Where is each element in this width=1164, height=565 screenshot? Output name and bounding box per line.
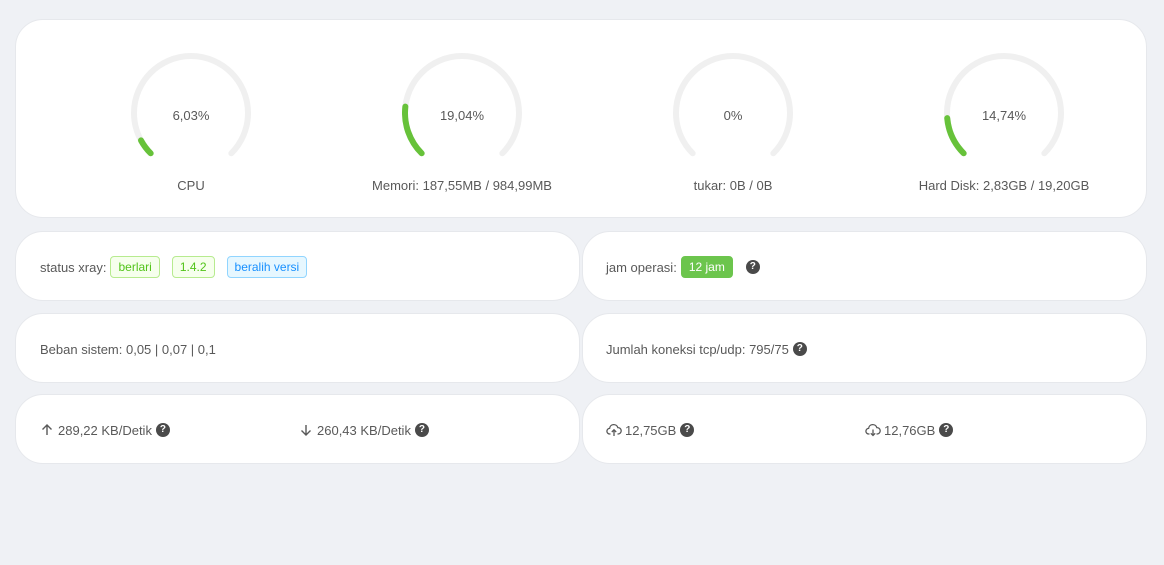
traffic-sent: 12,75GB bbox=[625, 422, 677, 438]
connections-card: Jumlah koneksi tcp/udp: 795/75 ? bbox=[582, 313, 1147, 383]
memory-gauge-value: 19,04% bbox=[439, 108, 485, 123]
swap-gauge: 0% tukar: 0B / 0B bbox=[633, 53, 833, 193]
disk-gauge-label: Hard Disk: 2,83GB / 19,20GB bbox=[918, 178, 1090, 193]
system-load-card: Beban sistem: 0,05 | 0,07 | 0,1 bbox=[15, 313, 580, 383]
cpu-gauge: 6,03% CPU bbox=[91, 53, 291, 193]
arrow-up-icon bbox=[42, 424, 52, 435]
download-speed: 260,43 KB/Detik bbox=[317, 422, 411, 438]
help-icon[interactable]: ? bbox=[792, 342, 807, 356]
uptime-card: jam operasi: 12 jam ? bbox=[582, 231, 1147, 301]
system-load-text: Beban sistem: 0,05 | 0,07 | 0,1 bbox=[40, 341, 216, 357]
upload-speed: 289,22 KB/Detik bbox=[58, 422, 152, 438]
arrow-down-icon bbox=[301, 425, 311, 436]
help-icon[interactable]: ? bbox=[745, 260, 760, 274]
system-gauges-card: 6,03% CPU 19,04% Memori: 187,55MB / 984,… bbox=[15, 19, 1147, 218]
connections-text: Jumlah koneksi tcp/udp: 795/75 bbox=[606, 341, 789, 357]
network-speed-card: 289,22 KB/Detik ? 260,43 KB/Detik ? bbox=[15, 394, 580, 464]
disk-gauge-value: 14,74% bbox=[981, 108, 1027, 123]
help-icon[interactable]: ? bbox=[155, 423, 170, 437]
help-icon[interactable]: ? bbox=[680, 423, 695, 437]
swap-gauge-value: 0% bbox=[723, 108, 743, 123]
cloud-download-icon bbox=[865, 423, 881, 437]
xray-state-badge: berlari bbox=[110, 256, 160, 278]
disk-gauge: 14,74% Hard Disk: 2,83GB / 19,20GB bbox=[904, 53, 1104, 193]
help-icon[interactable]: ? bbox=[414, 423, 429, 437]
memory-gauge: 19,04% Memori: 187,55MB / 984,99MB bbox=[362, 53, 562, 193]
cpu-gauge-value: 6,03% bbox=[172, 108, 210, 123]
help-icon[interactable]: ? bbox=[939, 423, 954, 437]
traffic-card: 12,75GB ? 12,76GB ? bbox=[582, 394, 1147, 464]
uptime-badge: 12 jam bbox=[680, 256, 733, 278]
traffic-received: 12,76GB bbox=[884, 422, 936, 438]
xray-status-label: status xray: bbox=[40, 259, 107, 275]
xray-status-card: status xray: berlari 1.4.2 beralih versi bbox=[15, 231, 580, 301]
switch-version-button[interactable]: beralih versi bbox=[226, 256, 308, 278]
uptime-label: jam operasi: bbox=[606, 259, 677, 275]
xray-version-badge: 1.4.2 bbox=[171, 256, 215, 278]
cloud-upload-icon bbox=[606, 423, 622, 436]
